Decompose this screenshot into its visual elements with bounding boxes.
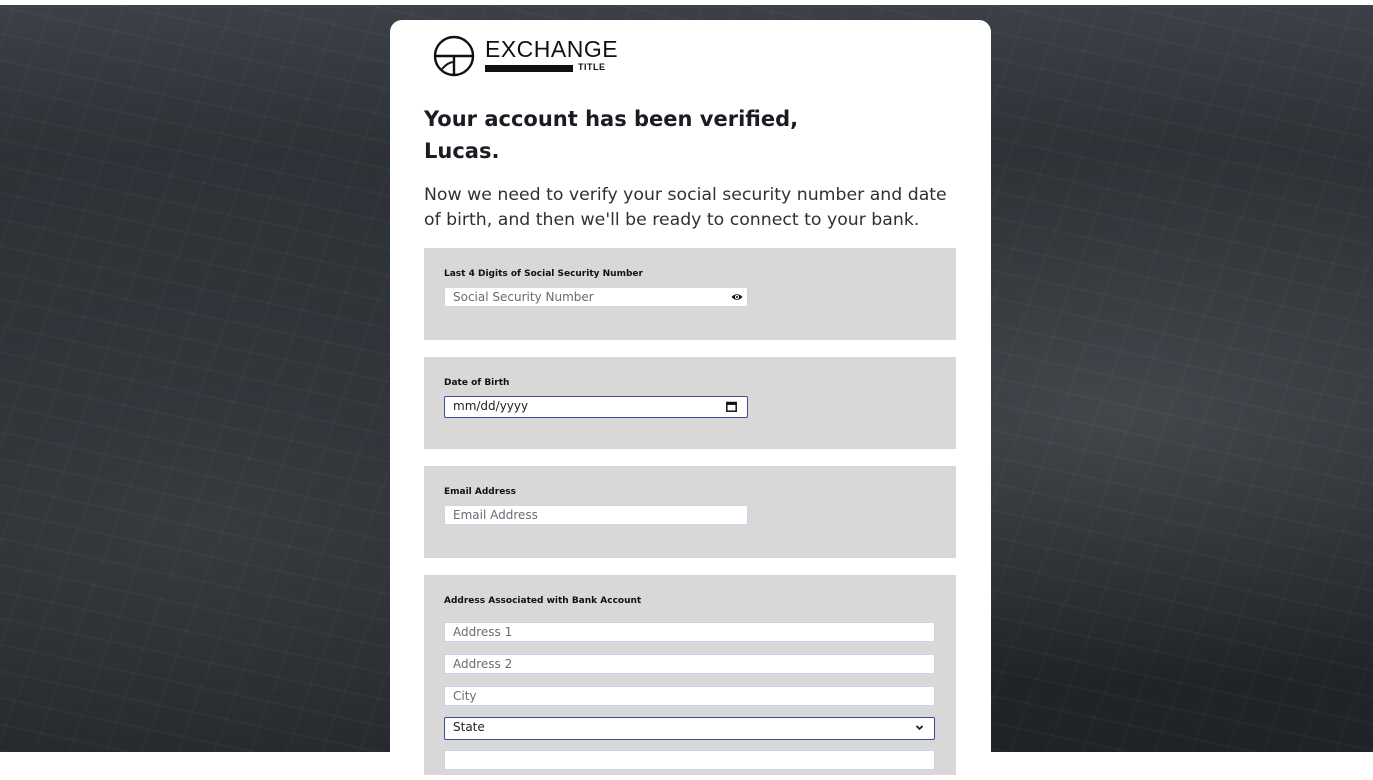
page-title-line-1: Your account has been verified, (424, 107, 799, 131)
state-value: State (453, 720, 485, 734)
logo-bar (485, 65, 573, 72)
state-select[interactable]: State (444, 717, 935, 740)
address-label: Address Associated with Bank Account (444, 596, 642, 606)
email-input[interactable]: Email Address (444, 505, 748, 525)
address-1-placeholder: Address 1 (453, 625, 513, 639)
page-title: Your account has been verified, Lucas. (424, 103, 944, 167)
eye-icon[interactable] (731, 288, 743, 306)
email-label: Email Address (444, 487, 517, 497)
address-2-input[interactable]: Address 2 (444, 654, 935, 674)
ssn-placeholder: Social Security Number (453, 290, 594, 304)
chevron-down-icon[interactable] (915, 720, 924, 738)
verification-card: EXCHANGE TITLE Your account has been ver… (390, 20, 991, 780)
email-placeholder: Email Address (453, 508, 538, 522)
city-placeholder: City (453, 689, 477, 703)
dob-placeholder: mm/dd/yyyy (453, 399, 529, 413)
exchange-title-logo: EXCHANGE TITLE (432, 34, 632, 82)
email-section: Email Address Email Address (424, 466, 956, 558)
address-section: Address Associated with Bank Account Add… (424, 575, 956, 775)
logo-subtitle: TITLE (578, 62, 606, 72)
logo-wordmark: EXCHANGE (485, 36, 619, 62)
logo-mark-icon (433, 35, 475, 77)
page-title-line-2: Lucas. (424, 139, 500, 163)
intro-line-1: Now we need to verify your social securi… (424, 185, 947, 205)
ssn-label: Last 4 Digits of Social Security Number (444, 269, 643, 279)
dob-section: Date of Birth mm/dd/yyyy (424, 357, 956, 449)
address-1-input[interactable]: Address 1 (444, 622, 935, 642)
dob-label: Date of Birth (444, 378, 510, 388)
intro-text: Now we need to verify your social securi… (424, 183, 964, 233)
ssn-input[interactable]: Social Security Number (444, 287, 748, 307)
address-2-placeholder: Address 2 (453, 657, 513, 671)
city-input[interactable]: City (444, 686, 935, 706)
top-strip (0, 0, 1373, 5)
dob-input[interactable]: mm/dd/yyyy (444, 396, 748, 418)
calendar-icon[interactable] (726, 397, 737, 415)
intro-line-2: of birth, and then we'll be ready to con… (424, 210, 920, 230)
zip-input[interactable] (444, 750, 935, 770)
ssn-section: Last 4 Digits of Social Security Number … (424, 248, 956, 340)
